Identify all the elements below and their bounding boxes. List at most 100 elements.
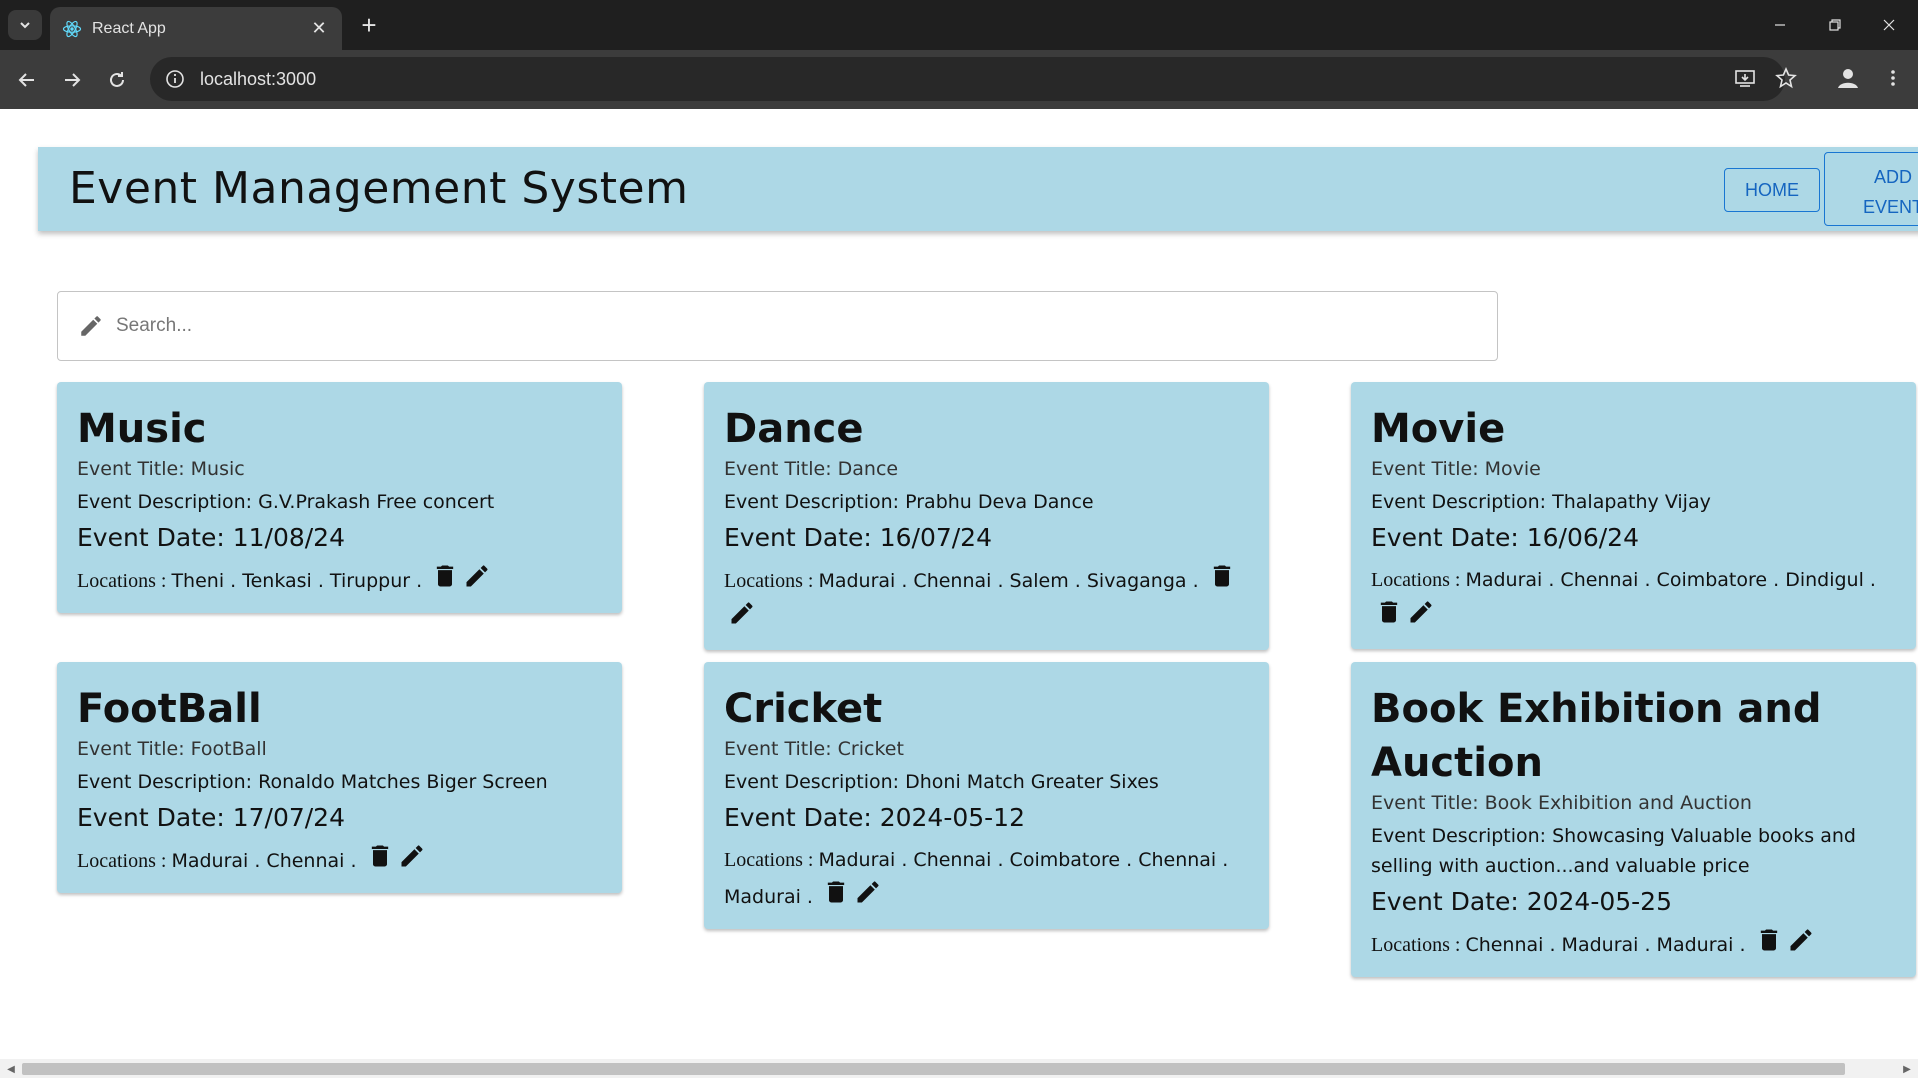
event-title-label: Event Title: (1371, 792, 1485, 814)
event-date-label: Event Date: (1371, 887, 1527, 916)
home-button[interactable]: HOME (1724, 168, 1820, 212)
pencil-icon[interactable] (463, 562, 491, 590)
pencil-icon[interactable] (398, 842, 426, 870)
search-input[interactable] (116, 315, 1416, 337)
restore-icon (1829, 19, 1841, 31)
trash-icon[interactable] (822, 878, 850, 906)
event-date-value: 17/07/24 (232, 803, 345, 832)
close-window-button[interactable] (1867, 8, 1911, 42)
event-title: Event Title: Movie (1371, 458, 1898, 480)
trash-icon[interactable] (431, 562, 459, 590)
scrollbar-thumb[interactable] (22, 1063, 1845, 1075)
event-description: Event Description: G.V.Prakash Free conc… (77, 487, 604, 517)
event-date: Event Date: 16/07/24 (724, 523, 1251, 552)
event-heading: Movie (1371, 406, 1506, 452)
url-text[interactable]: localhost:3000 (200, 69, 316, 90)
back-button[interactable] (9, 62, 45, 98)
event-description-value: Dhoni Match Greater Sixes (905, 771, 1159, 793)
reload-button[interactable] (99, 62, 135, 98)
add-event-label-line1: ADD (1873, 167, 1912, 187)
browser-tab-bar: React App ✕ + (0, 0, 1918, 50)
new-tab-button[interactable]: + (352, 9, 386, 41)
trash-icon[interactable] (1755, 926, 1783, 954)
info-icon[interactable] (164, 68, 186, 90)
forward-button[interactable] (54, 62, 90, 98)
arrow-right-icon (65, 73, 81, 87)
event-heading: FootBall (77, 686, 262, 732)
event-description: Event Description: Ronaldo Matches Biger… (77, 767, 604, 797)
event-card: Book Exhibition and Auction Event Title:… (1351, 662, 1916, 977)
event-locations: Locations : Madurai . Chennai . Coimbato… (724, 842, 1251, 915)
scroll-left-icon[interactable]: ◀ (4, 1062, 18, 1076)
event-title-label: Event Title: (724, 458, 838, 480)
minimize-button[interactable] (1758, 8, 1802, 42)
event-card: Dance Event Title: Dance Event Descripti… (704, 382, 1269, 650)
event-title-label: Event Title: (724, 738, 838, 760)
address-bar[interactable]: localhost:3000 (150, 57, 1785, 101)
pencil-icon[interactable] (1787, 926, 1815, 954)
bookmark-button[interactable] (1768, 60, 1804, 96)
trash-icon[interactable] (1208, 562, 1236, 590)
restore-button[interactable] (1813, 8, 1857, 42)
event-description-label: Event Description: (724, 771, 906, 793)
event-date-value: 16/07/24 (879, 523, 992, 552)
pencil-icon[interactable] (728, 599, 756, 627)
trash-icon[interactable] (1375, 598, 1403, 626)
page-title: Event Management System (69, 163, 689, 214)
browser-toolbar: localhost:3000 (0, 50, 1918, 109)
event-title: Event Title: Music (77, 458, 604, 480)
event-date-label: Event Date: (77, 803, 233, 832)
event-heading: Book Exhibition and Auction (1371, 686, 1822, 786)
pencil-icon[interactable] (1407, 598, 1435, 626)
add-event-button[interactable]: ADD EVENT (1824, 152, 1918, 226)
scroll-right-icon[interactable]: ▶ (1900, 1062, 1914, 1076)
event-title-label: Event Title: (1371, 458, 1485, 480)
install-icon (1735, 70, 1755, 87)
pencil-icon[interactable] (854, 878, 882, 906)
react-logo-icon (62, 20, 82, 37)
event-description-label: Event Description: (724, 491, 906, 513)
browser-tab[interactable]: React App ✕ (50, 7, 342, 50)
event-description-value: Prabhu Deva Dance (905, 491, 1094, 513)
event-locations: Locations : Chennai . Madurai . Madurai … (1371, 926, 1898, 963)
profile-button[interactable] (1830, 60, 1866, 96)
trash-icon[interactable] (366, 842, 394, 870)
reload-icon (110, 72, 124, 87)
event-title: Event Title: Cricket (724, 738, 1251, 760)
event-description: Event Description: Thalapathy Vijay (1371, 487, 1898, 517)
install-app-button[interactable] (1727, 60, 1763, 96)
event-locations-value: Madurai . Chennai . Coimbatore . Dindigu… (1465, 569, 1876, 591)
event-title-value: FootBall (190, 738, 267, 760)
tab-list-button[interactable] (8, 10, 42, 40)
event-locations-value: Chennai . Madurai . Madurai . (1465, 934, 1746, 956)
event-date-label: Event Date: (724, 523, 880, 552)
more-vert-icon (1891, 70, 1895, 86)
profile-icon (1838, 69, 1858, 88)
event-locations: Locations : Madurai . Chennai . Coimbato… (1371, 562, 1898, 635)
close-icon (1883, 19, 1895, 31)
event-title-label: Event Title: (77, 738, 191, 760)
event-title-value: Cricket (837, 738, 904, 760)
event-title-value: Movie (1484, 458, 1541, 480)
event-locations: Locations : Theni . Tenkasi . Tiruppur . (77, 562, 604, 599)
event-locations-label: Locations : (77, 850, 172, 872)
event-description: Event Description: Prabhu Deva Dance (724, 487, 1251, 517)
browser-menu-button[interactable] (1875, 60, 1911, 96)
close-tab-icon[interactable]: ✕ (308, 18, 330, 39)
add-event-label-line2: EVENT (1862, 197, 1918, 217)
event-date: Event Date: 2024-05-12 (724, 803, 1251, 832)
event-card: Cricket Event Title: Cricket Event Descr… (704, 662, 1269, 929)
event-locations-label: Locations : (1371, 569, 1466, 591)
event-heading: Music (77, 406, 207, 452)
event-card: Music Event Title: Music Event Descripti… (57, 382, 622, 613)
horizontal-scrollbar[interactable]: ◀ ▶ (0, 1059, 1918, 1078)
event-heading: Cricket (724, 686, 883, 732)
event-description: Event Description: Dhoni Match Greater S… (724, 767, 1251, 797)
arrow-left-icon (18, 73, 34, 87)
star-icon (1775, 67, 1797, 89)
event-date-label: Event Date: (1371, 523, 1527, 552)
event-date-value: 11/08/24 (232, 523, 345, 552)
search-box[interactable] (57, 291, 1498, 361)
event-description-label: Event Description: (77, 771, 259, 793)
event-description-value: Ronaldo Matches Biger Screen (258, 771, 548, 793)
